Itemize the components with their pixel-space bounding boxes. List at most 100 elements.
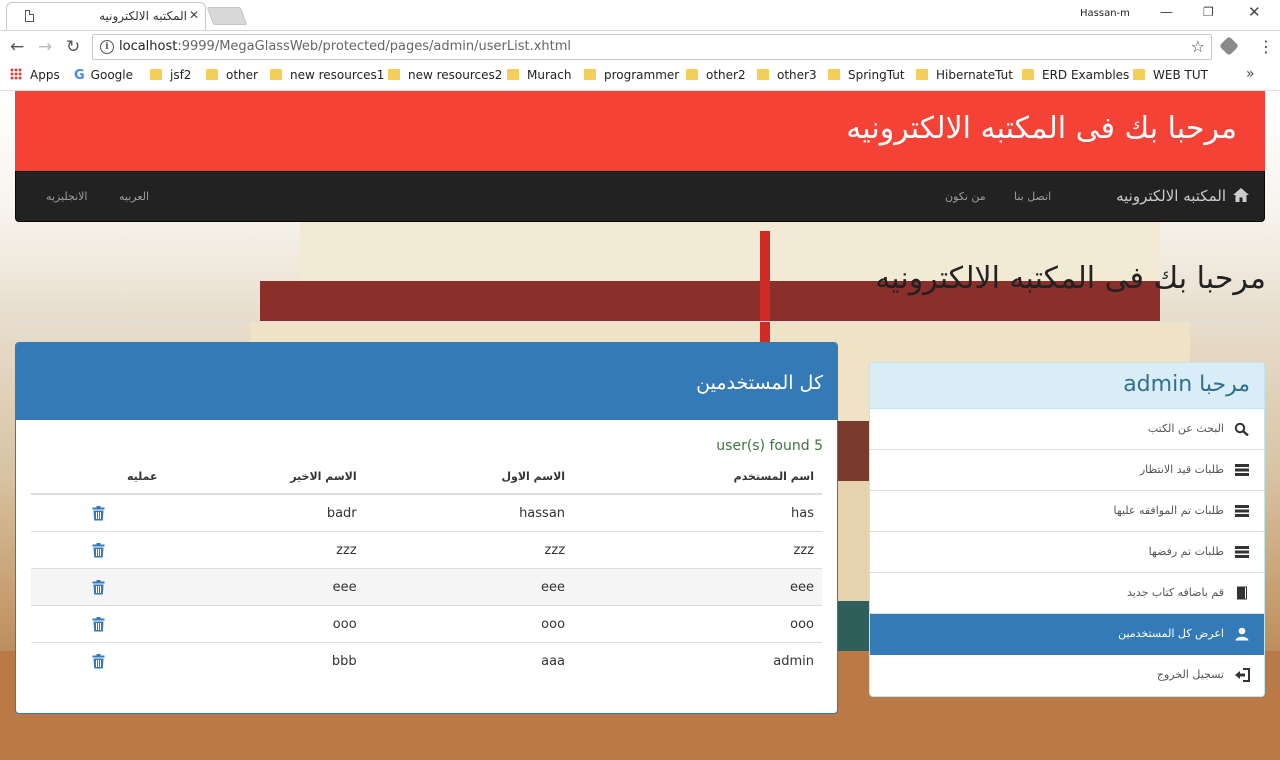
folder-icon: [270, 69, 282, 80]
trash-icon[interactable]: [92, 616, 105, 632]
url-host: localhost: [119, 39, 178, 54]
bookmark-folder[interactable]: Murach: [507, 68, 571, 82]
extension-icon[interactable]: [1219, 36, 1239, 56]
bookmark-star-icon[interactable]: ☆: [1191, 37, 1205, 56]
page-title: مرحبا بك فى المكتبه الالكترونيه: [875, 261, 1266, 296]
sidebar-item-label: تسجيل الخروج: [1156, 668, 1224, 681]
bookmark-folder[interactable]: other2: [686, 68, 746, 82]
cell-first-name: zzz: [364, 531, 574, 569]
trash-icon[interactable]: [92, 542, 105, 558]
sidebar-item-label: طلبات تم رفضها: [1148, 545, 1224, 558]
cell-first-name: hassan: [364, 493, 574, 532]
site-header: مرحبا بك فى المكتبه الالكترونيه: [15, 91, 1265, 171]
new-tab-button[interactable]: [206, 7, 248, 25]
browser-tab[interactable]: المكتبه الالكترونيه ✕: [6, 2, 206, 30]
browser-menu-icon[interactable]: ⋮: [1258, 37, 1274, 56]
bookmarks-overflow-icon[interactable]: »: [1246, 66, 1255, 82]
cell-first-name: aaa: [364, 642, 574, 679]
search-icon: [1234, 422, 1249, 436]
trash-icon[interactable]: [92, 579, 105, 595]
cell-last-name: zzz: [165, 531, 365, 569]
sidebar-item-all-users[interactable]: اعرض كل المستخدمين: [870, 614, 1264, 655]
url-text[interactable]: localhost:9999/MegaGlassWeb/protected/pa…: [119, 39, 571, 54]
list-icon: [1235, 464, 1249, 476]
sidebar-item-add-book[interactable]: قم باضافه كتاب جديد: [870, 573, 1264, 614]
sidebar-item-label: البحث عن الكتب: [1147, 422, 1224, 435]
admin-greeting: مرحبا admin: [1123, 372, 1250, 397]
folder-icon: [206, 69, 218, 80]
bookmark-google[interactable]: G Google: [74, 68, 133, 83]
sidebar-item-label: طلبات تم الموافقه عليها: [1113, 504, 1224, 517]
trash-icon[interactable]: [92, 505, 105, 521]
cell-operation: [31, 642, 166, 679]
apps-grid-icon: [10, 68, 22, 80]
cell-last-name: eee: [165, 568, 365, 606]
page-viewport: مرحبا بك فى المكتبه الالكترونيه المكتبه …: [0, 91, 1280, 760]
sidebar-item-pending-requests[interactable]: طلبات قيد الانتظار: [870, 450, 1264, 491]
tab-title: المكتبه الالكترونيه: [99, 9, 187, 23]
folder-icon: [584, 69, 596, 80]
info-icon[interactable]: i: [100, 40, 114, 54]
nav-link-english[interactable]: الانجليزيه: [46, 190, 87, 203]
tab-close-icon[interactable]: ✕: [189, 8, 199, 22]
folder-icon: [916, 69, 928, 80]
nav-link-arabic[interactable]: العربيه: [119, 190, 149, 203]
folder-icon: [1133, 69, 1145, 80]
sidebar-item-search-books[interactable]: البحث عن الكتب: [870, 409, 1264, 450]
users-found-count: user(s) found 5: [716, 438, 823, 454]
reload-icon[interactable]: ↻: [66, 37, 80, 57]
bookmark-folder[interactable]: other3: [757, 68, 817, 82]
list-icon: [1235, 546, 1249, 558]
bookmark-folder[interactable]: HibernateTut: [916, 68, 1013, 82]
close-window-icon[interactable]: ✕: [1248, 3, 1261, 21]
bookmark-folder[interactable]: jsf2: [150, 68, 191, 82]
cell-username: has: [573, 493, 822, 532]
cell-last-name: ooo: [165, 605, 365, 643]
sidebar-item-approved-requests[interactable]: طلبات تم الموافقه عليها: [870, 491, 1264, 532]
column-header-last-name: الاسم الاخير: [165, 459, 365, 495]
column-header-operation: عمليه: [31, 459, 166, 495]
forward-arrow-icon[interactable]: →: [38, 37, 52, 57]
cell-last-name: bbb: [165, 642, 365, 679]
sidebar-item-label: قم باضافه كتاب جديد: [1126, 586, 1224, 599]
folder-icon: [828, 69, 840, 80]
bookmark-folder[interactable]: WEB TUT: [1133, 68, 1208, 82]
logout-icon: [1235, 668, 1250, 682]
table-row: admin aaa bbb: [31, 642, 822, 679]
browser-toolbar: ← → ↻ i localhost:9999/MegaGlassWeb/prot…: [0, 31, 1280, 64]
google-icon: G: [74, 68, 85, 83]
restore-icon[interactable]: ❐: [1203, 5, 1214, 19]
bookmarks-bar: Apps G Google jsf2 other new resources1 n…: [0, 64, 1280, 91]
profile-name[interactable]: Hassan-m: [1080, 8, 1130, 19]
folder-icon: [757, 69, 769, 80]
back-arrow-icon[interactable]: ←: [10, 37, 24, 57]
navbar-brand[interactable]: المكتبه الالكترونيه: [1116, 187, 1250, 205]
nav-link-about[interactable]: من نكون: [945, 190, 986, 203]
column-header-first-name: الاسم الاول: [364, 459, 574, 495]
site-header-title: مرحبا بك فى المكتبه الالكترونيه: [846, 111, 1237, 146]
minimize-icon[interactable]: —: [1160, 5, 1173, 20]
home-icon: [1233, 188, 1249, 202]
bookmark-apps[interactable]: Apps: [10, 68, 60, 82]
admin-menu-panel: مرحبا admin البحث عن الكتب طلبات قيد الا…: [869, 362, 1265, 697]
users-table: اسم المستخدم الاسم الاول الاسم الاخير عم…: [31, 459, 822, 679]
sidebar-item-logout[interactable]: تسجيل الخروج: [870, 655, 1264, 696]
nav-link-contact[interactable]: اتصل بنا: [1014, 190, 1051, 203]
user-icon: [1235, 627, 1249, 641]
sidebar-item-rejected-requests[interactable]: طلبات تم رفضها: [870, 532, 1264, 573]
bookmark-folder[interactable]: SpringTut: [828, 68, 905, 82]
folder-icon: [388, 69, 400, 80]
cell-operation: [31, 493, 166, 532]
bookmark-folder[interactable]: new resources1: [270, 68, 384, 82]
bookmark-folder[interactable]: other: [206, 68, 258, 82]
folder-icon: [1022, 69, 1034, 80]
bookmark-folder[interactable]: programmer: [584, 68, 679, 82]
bookmark-folder[interactable]: new resources2: [388, 68, 502, 82]
table-row: has hassan badr: [31, 493, 822, 532]
trash-icon[interactable]: [92, 653, 105, 669]
users-panel-title: كل المستخدمين: [696, 372, 823, 394]
address-bar[interactable]: i localhost:9999/MegaGlassWeb/protected/…: [92, 34, 1212, 60]
cell-operation: [31, 568, 166, 606]
bookmark-folder[interactable]: ERD Exambles: [1022, 68, 1129, 82]
cell-first-name: eee: [364, 568, 574, 606]
